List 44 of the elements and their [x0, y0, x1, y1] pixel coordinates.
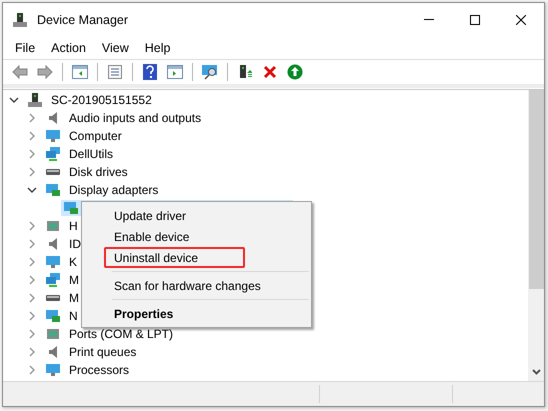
tree-item[interactable]: Ports (COM & LPT)	[69, 327, 174, 341]
network-icon	[45, 272, 61, 288]
tree-item[interactable]: Disk drives	[69, 165, 128, 179]
display-card-icon	[45, 308, 61, 324]
tree-item[interactable]: DellUtils	[69, 147, 114, 161]
computer-icon	[27, 92, 43, 108]
monitor-icon	[45, 362, 61, 378]
drive-icon	[46, 169, 60, 175]
tree-item[interactable]: ID	[69, 237, 81, 251]
minimize-icon	[424, 19, 434, 20]
menu-item[interactable]: View	[94, 40, 137, 54]
maximize-icon	[470, 14, 480, 24]
display-card-icon	[63, 200, 79, 216]
menu-item[interactable]: File	[7, 40, 44, 54]
tree-item[interactable]: Computer	[69, 129, 122, 143]
menu-item[interactable]: Update driver	[82, 205, 311, 226]
tree-item[interactable]: Audio inputs and outputs	[69, 111, 202, 125]
tree-item[interactable]: H	[69, 219, 78, 233]
network-icon	[45, 146, 61, 162]
device-icon	[45, 326, 61, 342]
device-icon	[45, 218, 61, 234]
tree-item[interactable]: M	[69, 273, 79, 287]
tree-item[interactable]: Processors	[69, 363, 130, 377]
menu-item[interactable]: Uninstall device	[104, 247, 245, 268]
scrollbar-thumb[interactable]	[528, 90, 544, 289]
tree-item[interactable]: Print queues	[69, 345, 136, 359]
tree-item[interactable]: K	[69, 255, 78, 269]
tree-item[interactable]: Display adapters	[69, 183, 158, 197]
monitor-icon	[45, 128, 61, 144]
close-icon	[516, 14, 526, 24]
drive-icon	[46, 295, 60, 301]
tree-item[interactable]: M	[69, 291, 79, 305]
monitor-icon	[45, 254, 61, 270]
menu-item[interactable]: Action	[43, 40, 94, 54]
window-title: Device Manager	[37, 12, 130, 26]
menu-item[interactable]: Help	[136, 40, 178, 54]
scroll-down-icon[interactable]	[532, 369, 540, 375]
menu-item[interactable]: Enable device	[82, 226, 311, 247]
device-manager-icon	[12, 12, 28, 28]
tree-item[interactable]: SC-201905151552	[51, 93, 152, 107]
scrollbar[interactable]	[528, 90, 544, 381]
display-card-icon	[45, 182, 61, 198]
tree-item[interactable]: N	[69, 309, 78, 323]
device-arrow-icon	[238, 64, 252, 80]
